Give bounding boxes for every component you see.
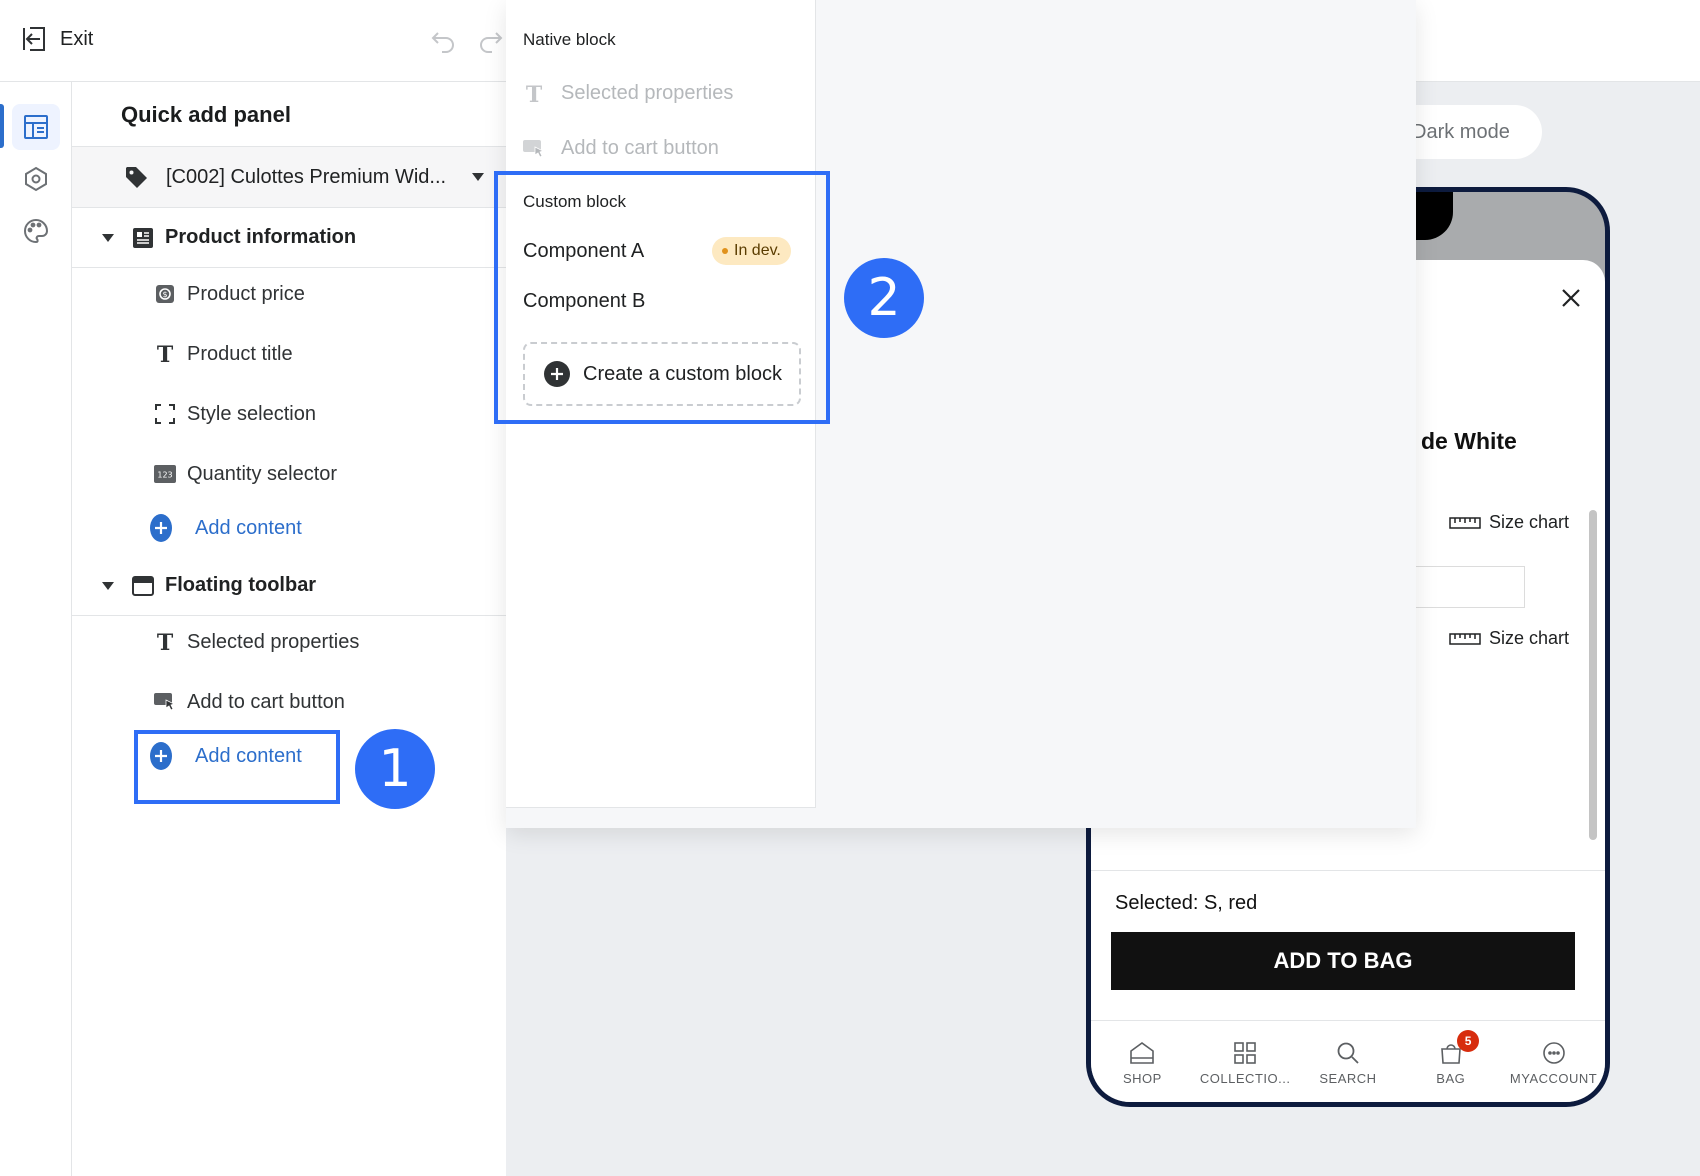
section-floating-toolbar[interactable]: Floating toolbar xyxy=(72,556,506,616)
plus-circle-icon xyxy=(150,514,172,542)
bag-count-badge: 5 xyxy=(1457,1030,1480,1052)
product-select[interactable]: [C002] Culottes Premium Wid... xyxy=(72,146,506,208)
svg-text:T: T xyxy=(157,343,174,365)
item-selected-properties[interactable]: T Selected properties xyxy=(72,618,506,666)
item-label: Style selection xyxy=(187,402,316,425)
native-item-add-to-cart-button: Add to cart button xyxy=(523,137,719,160)
text-icon: T xyxy=(154,343,176,365)
item-quantity-selector[interactable]: 123 Quantity selector xyxy=(72,450,506,498)
item-label: Product price xyxy=(187,282,305,305)
native-block-heading: Native block xyxy=(523,30,616,49)
tab-shop[interactable]: SHOP xyxy=(1091,1026,1194,1100)
text-icon: T xyxy=(154,631,176,653)
exit-icon xyxy=(23,27,45,51)
ruler-icon xyxy=(1449,632,1481,645)
exit-button[interactable]: Exit xyxy=(22,26,93,52)
grid-icon xyxy=(1234,1041,1256,1064)
toolbar-icon xyxy=(132,575,154,596)
tab-label: MYACCOUNT xyxy=(1509,1070,1598,1086)
size-chart-label: Size chart xyxy=(1489,512,1570,532)
product-heading: de White xyxy=(1421,428,1517,454)
selected-properties-text: Selected: S, red xyxy=(1115,892,1258,914)
chevron-down-icon xyxy=(472,173,484,181)
add-content-button-product-info[interactable]: Add content xyxy=(72,504,506,552)
item-product-price[interactable]: $ Product price xyxy=(72,270,506,318)
divider xyxy=(1091,870,1605,871)
item-label: Quantity selector xyxy=(187,462,338,485)
sheet-scrollbar[interactable] xyxy=(1589,510,1597,840)
tab-bag[interactable]: 5 BAG xyxy=(1399,1026,1502,1100)
tab-my-account[interactable]: MYACCOUNT xyxy=(1502,1026,1605,1100)
price-icon: $ xyxy=(154,283,176,305)
panel-title: Quick add panel xyxy=(121,102,291,127)
tab-label: COLLECTIO... xyxy=(1199,1070,1291,1086)
svg-text:$: $ xyxy=(162,290,167,299)
add-content-label: Add content xyxy=(195,516,302,539)
exit-label: Exit xyxy=(60,27,94,50)
cart-button-icon xyxy=(154,691,176,713)
item-label: Add to cart button xyxy=(187,690,345,713)
tag-icon xyxy=(126,167,147,188)
layout-icon xyxy=(24,115,48,139)
quick-add-panel: Quick add panel [C002] Culottes Premium … xyxy=(72,82,506,1176)
account-icon xyxy=(1542,1041,1565,1064)
tab-collections[interactable]: COLLECTIO... xyxy=(1194,1026,1297,1100)
section-label: Product information xyxy=(165,226,357,248)
size-chart-label: Size chart xyxy=(1489,628,1570,648)
native-item-selected-properties: T Selected properties xyxy=(523,82,734,105)
rail-theme-button[interactable] xyxy=(12,208,60,254)
rail-settings-button[interactable] xyxy=(12,156,60,202)
item-label: Product title xyxy=(187,342,293,365)
number-icon: 123 xyxy=(154,463,176,485)
size-chart-link[interactable]: Size chart xyxy=(1449,512,1569,533)
close-icon[interactable] xyxy=(1561,288,1581,308)
bottom-tab-bar: SHOP COLLECTIO... SEARCH 5 BAG MYACCOUNT xyxy=(1091,1026,1605,1100)
tab-search[interactable]: SEARCH xyxy=(1297,1026,1400,1100)
tab-label: SHOP xyxy=(1122,1070,1162,1086)
item-add-to-cart-button[interactable]: Add to cart button xyxy=(72,678,506,726)
item-style-selection[interactable]: Style selection xyxy=(72,390,506,438)
ruler-icon xyxy=(1449,516,1481,529)
step-marker-1: 1 xyxy=(355,729,435,809)
item-label: Add to cart button xyxy=(561,137,719,159)
section-product-information[interactable]: Product information xyxy=(72,208,506,268)
divider xyxy=(1091,1020,1605,1021)
home-icon xyxy=(1130,1041,1155,1064)
item-label: Selected properties xyxy=(187,630,360,653)
text-icon: T xyxy=(526,83,543,105)
search-icon xyxy=(1337,1042,1359,1064)
settings-icon xyxy=(25,166,47,192)
cart-button-icon xyxy=(523,139,545,158)
tab-label: BAG xyxy=(1436,1070,1466,1086)
add-to-bag-button[interactable]: ADD TO BAG xyxy=(1111,932,1575,990)
rail-active-indicator xyxy=(0,104,4,148)
svg-text:T: T xyxy=(157,631,174,653)
caret-down-icon xyxy=(102,581,114,590)
option-box[interactable] xyxy=(1411,566,1525,608)
caret-down-icon xyxy=(102,233,114,242)
svg-text:T: T xyxy=(526,83,543,105)
svg-text:123: 123 xyxy=(157,471,172,480)
step-marker-2: 2 xyxy=(844,258,924,338)
dark-mode-label: Dark mode xyxy=(1412,120,1510,143)
info-card-icon xyxy=(133,227,153,248)
section-label: Floating toolbar xyxy=(165,574,317,596)
product-select-label: [C002] Culottes Premium Wid... xyxy=(166,165,447,188)
item-product-title[interactable]: T Product title xyxy=(72,330,506,378)
undo-icon[interactable] xyxy=(430,28,456,54)
redo-icon[interactable] xyxy=(478,28,504,54)
item-label: Selected properties xyxy=(561,82,734,104)
left-rail xyxy=(0,82,72,1176)
size-chart-link[interactable]: Size chart xyxy=(1449,628,1569,649)
palette-icon xyxy=(24,218,49,244)
rail-layout-button[interactable] xyxy=(12,104,60,150)
callout-box-1 xyxy=(134,730,340,804)
selection-icon xyxy=(154,403,176,425)
tab-label: SEARCH xyxy=(1319,1070,1377,1086)
callout-box-2 xyxy=(494,171,830,424)
